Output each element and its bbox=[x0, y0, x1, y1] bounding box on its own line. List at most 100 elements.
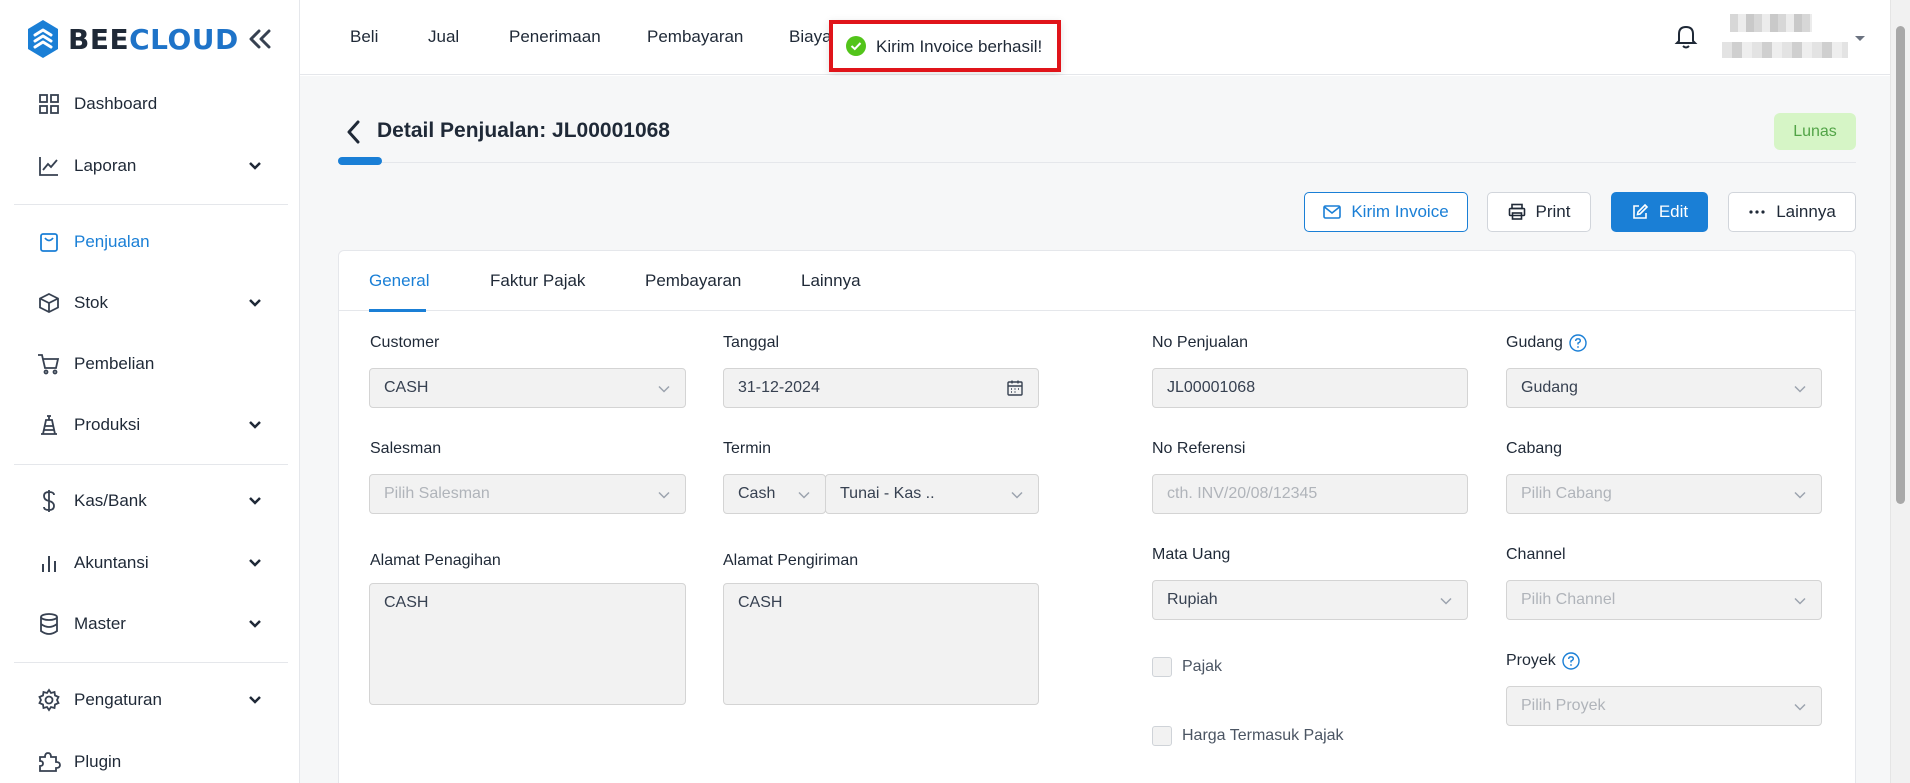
no-referensi-input[interactable]: cth. INV/20/08/12345 bbox=[1152, 474, 1468, 514]
scrollbar-thumb[interactable] bbox=[1896, 26, 1905, 504]
page-title: Detail Penjualan: JL00001068 bbox=[377, 119, 670, 142]
proyek-placeholder: Pilih Proyek bbox=[1521, 697, 1606, 714]
tanggal-date-input[interactable]: 31-12-2024 bbox=[723, 368, 1039, 408]
printer-icon bbox=[1508, 203, 1525, 220]
sidebar-item-kas-bank[interactable]: Kas/Bank bbox=[0, 474, 300, 528]
bell-icon[interactable] bbox=[1672, 22, 1700, 50]
sidebar-item-label: Penjualan bbox=[74, 232, 150, 251]
topnav-tab-beli[interactable]: Beli bbox=[350, 27, 378, 47]
channel-select[interactable]: Pilih Channel bbox=[1506, 580, 1822, 620]
mata-uang-label: Mata Uang bbox=[1152, 546, 1231, 563]
chevron-down-icon bbox=[246, 691, 264, 709]
cabang-select[interactable]: Pilih Cabang bbox=[1506, 474, 1822, 514]
topnav-tab-pembayaran[interactable]: Pembayaran bbox=[647, 27, 743, 47]
send-invoice-button[interactable]: Kirim Invoice bbox=[1304, 192, 1468, 232]
brand-logo[interactable]: BEECLOUD bbox=[26, 18, 239, 60]
topnav-tab-biaya[interactable]: Biaya bbox=[789, 27, 832, 47]
termin-select[interactable]: Cash bbox=[723, 474, 826, 514]
user-email-redacted[interactable] bbox=[1722, 42, 1848, 58]
sidebar-item-stok[interactable]: Stok bbox=[0, 276, 300, 330]
mata-uang-select[interactable]: Rupiah bbox=[1152, 580, 1468, 620]
chevron-down-icon bbox=[658, 385, 670, 393]
salesman-placeholder: Pilih Salesman bbox=[384, 485, 490, 502]
chevron-down-icon bbox=[246, 416, 264, 434]
proyek-select[interactable]: Pilih Proyek bbox=[1506, 686, 1822, 726]
gudang-label: Gudang bbox=[1506, 334, 1587, 352]
sidebar-item-plugin[interactable]: Plugin bbox=[0, 735, 300, 783]
tab-pembayaran[interactable]: Pembayaran bbox=[645, 271, 741, 291]
no-penjualan-input[interactable]: JL00001068 bbox=[1152, 368, 1468, 408]
sidebar-item-akuntansi[interactable]: Akuntansi bbox=[0, 536, 300, 590]
alamat-pengiriman-textarea[interactable]: CASH bbox=[723, 583, 1039, 705]
tabs-divider bbox=[339, 310, 1855, 311]
tab-general[interactable]: General bbox=[369, 271, 429, 291]
termin-label: Termin bbox=[723, 440, 772, 457]
tab-lainnya[interactable]: Lainnya bbox=[801, 271, 861, 291]
more-horizontal-icon bbox=[1749, 210, 1765, 214]
title-divider bbox=[338, 162, 1856, 163]
sidebar-item-pengaturan[interactable]: Pengaturan bbox=[0, 673, 300, 727]
sidebar-item-label: Akuntansi bbox=[74, 553, 149, 572]
collapse-sidebar-button[interactable] bbox=[246, 25, 274, 53]
no-referensi-placeholder: cth. INV/20/08/12345 bbox=[1167, 485, 1318, 502]
box-icon bbox=[36, 290, 62, 316]
termin-account-value: Tunai - Kas .. bbox=[840, 485, 935, 502]
chevron-down-icon bbox=[1440, 597, 1452, 605]
chevron-down-icon bbox=[246, 554, 264, 572]
harga-termasuk-pajak-checkbox[interactable] bbox=[1152, 726, 1172, 746]
help-circle-icon[interactable] bbox=[1562, 652, 1580, 670]
status-badge: Lunas bbox=[1774, 113, 1856, 150]
gudang-select[interactable]: Gudang bbox=[1506, 368, 1822, 408]
customer-select[interactable]: CASH bbox=[369, 368, 686, 408]
chevron-down-icon bbox=[246, 492, 264, 510]
chevron-down-icon bbox=[246, 294, 264, 312]
success-toast: Kirim Invoice berhasil! bbox=[829, 20, 1061, 72]
back-arrow-icon[interactable] bbox=[342, 118, 366, 146]
proyek-label: Proyek bbox=[1506, 652, 1580, 670]
cart-icon bbox=[36, 351, 62, 377]
sidebar-item-pembelian[interactable]: Pembelian bbox=[0, 337, 300, 391]
sidebar-item-label: Pengaturan bbox=[74, 690, 162, 709]
no-penjualan-label: No Penjualan bbox=[1152, 334, 1249, 351]
tanggal-value: 31-12-2024 bbox=[738, 379, 820, 396]
print-button[interactable]: Print bbox=[1487, 192, 1591, 232]
help-circle-icon[interactable] bbox=[1569, 334, 1587, 352]
topnav-tab-penerimaan[interactable]: Penerimaan bbox=[509, 27, 601, 47]
edit-label: Edit bbox=[1658, 202, 1689, 221]
sidebar-item-dashboard[interactable]: Dashboard bbox=[0, 77, 300, 131]
more-label: Lainnya bbox=[1776, 202, 1836, 221]
check-circle-icon bbox=[846, 36, 866, 56]
print-label: Print bbox=[1535, 202, 1571, 221]
bar-chart-icon bbox=[36, 550, 62, 576]
factory-icon bbox=[36, 412, 62, 438]
puzzle-icon bbox=[36, 749, 62, 775]
brand-name-part2: CLOUD bbox=[129, 22, 239, 56]
sidebar-item-master[interactable]: Master bbox=[0, 597, 300, 651]
tanggal-label: Tanggal bbox=[723, 334, 780, 351]
chevron-down-icon bbox=[1794, 385, 1806, 393]
sidebar-item-label: Produksi bbox=[74, 415, 141, 434]
sidebar-divider bbox=[14, 204, 288, 205]
more-button[interactable]: Lainnya bbox=[1728, 192, 1856, 232]
edit-button[interactable]: Edit bbox=[1611, 192, 1708, 232]
termin-value: Cash bbox=[738, 485, 776, 502]
harga-termasuk-pajak-label: Harga Termasuk Pajak bbox=[1182, 727, 1344, 744]
gudang-value: Gudang bbox=[1521, 379, 1578, 396]
topnav-tab-jual[interactable]: Jual bbox=[428, 27, 459, 47]
sidebar-item-produksi[interactable]: Produksi bbox=[0, 398, 300, 452]
sidebar-divider bbox=[14, 464, 288, 465]
toast-message: Kirim Invoice berhasil! bbox=[876, 37, 1043, 56]
pajak-checkbox[interactable] bbox=[1152, 657, 1172, 677]
sidebar-item-laporan[interactable]: Laporan bbox=[0, 139, 300, 193]
tab-faktur-pajak[interactable]: Faktur Pajak bbox=[490, 271, 585, 291]
title-accent-bar bbox=[338, 157, 382, 165]
chevron-down-icon bbox=[1794, 491, 1806, 499]
chart-icon bbox=[36, 153, 62, 179]
caret-down-icon[interactable] bbox=[1854, 32, 1866, 44]
user-name-redacted[interactable] bbox=[1730, 14, 1812, 32]
termin-account-select[interactable]: Tunai - Kas .. bbox=[825, 474, 1039, 514]
salesman-select[interactable]: Pilih Salesman bbox=[369, 474, 686, 514]
sidebar-item-penjualan[interactable]: Penjualan bbox=[0, 215, 300, 269]
alamat-penagihan-textarea[interactable]: CASH bbox=[369, 583, 686, 705]
no-referensi-label: No Referensi bbox=[1152, 440, 1246, 457]
